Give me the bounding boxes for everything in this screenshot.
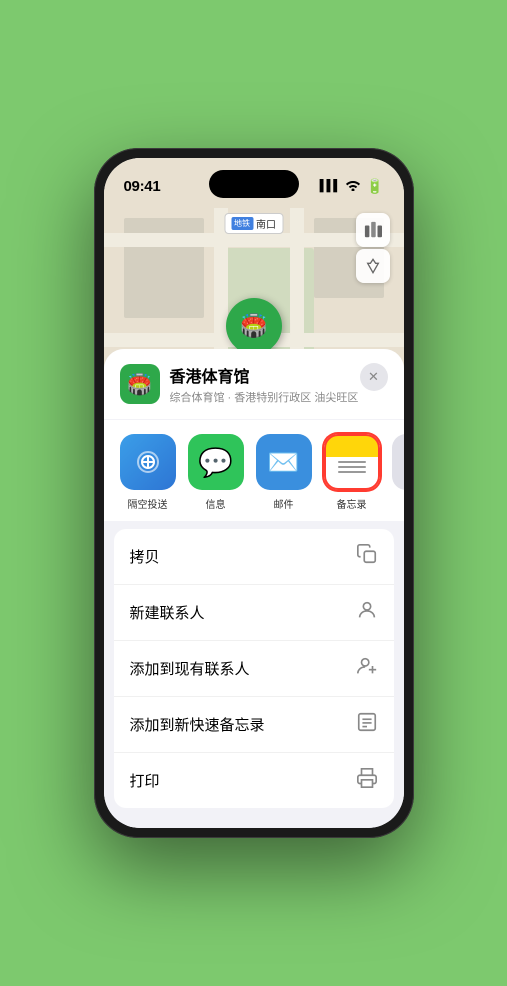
share-mail[interactable]: ✉️ 邮件: [256, 434, 312, 511]
venue-title: 香港体育馆: [170, 363, 359, 387]
messages-label: 信息: [206, 496, 226, 511]
note-icon: [356, 711, 378, 738]
action-print[interactable]: 打印: [114, 753, 394, 808]
status-time: 09:41: [124, 178, 161, 195]
map-controls: [356, 213, 390, 283]
venue-subtitle: 综合体育馆 · 香港特别行政区 油尖旺区: [170, 389, 359, 405]
phone-frame: 09:41 ▌▌▌ 🔋: [94, 148, 414, 838]
action-new-contact[interactable]: 新建联系人: [114, 585, 394, 641]
action-copy[interactable]: 拷贝: [114, 529, 394, 585]
messages-icon: 💬: [188, 434, 244, 490]
bottom-sheet: 🏟️ 香港体育馆 综合体育馆 · 香港特别行政区 油尖旺区 ✕: [104, 349, 404, 828]
mail-icon: ✉️: [256, 434, 312, 490]
notes-icon: [324, 434, 380, 490]
venue-info: 香港体育馆 综合体育馆 · 香港特别行政区 油尖旺区: [170, 363, 359, 405]
airdrop-label: 隔空投送: [128, 496, 168, 511]
share-messages[interactable]: 💬 信息: [188, 434, 244, 511]
phone-screen: 09:41 ▌▌▌ 🔋: [104, 158, 404, 828]
share-notes[interactable]: 备忘录: [324, 434, 380, 511]
location-button[interactable]: [356, 249, 390, 283]
action-copy-label: 拷贝: [130, 546, 160, 567]
label-prefix: 地铁: [231, 217, 253, 230]
venue-logo: 🏟️: [120, 364, 160, 404]
status-icons: ▌▌▌ 🔋: [320, 178, 384, 195]
action-new-contact-label: 新建联系人: [130, 602, 205, 623]
share-airdrop[interactable]: 隔空投送: [120, 434, 176, 511]
venue-card-left: 🏟️ 香港体育馆 综合体育馆 · 香港特别行政区 油尖旺区: [120, 363, 359, 405]
location-name: 南口: [256, 216, 276, 231]
pin-icon: 🏟️: [240, 313, 267, 339]
venue-card: 🏟️ 香港体育馆 综合体育馆 · 香港特别行政区 油尖旺区 ✕: [104, 349, 404, 419]
airdrop-icon: [120, 434, 176, 490]
map-type-button[interactable]: [356, 213, 390, 247]
person-add-icon: [356, 655, 378, 682]
action-quick-note[interactable]: 添加到新快速备忘录: [114, 697, 394, 753]
action-quick-note-label: 添加到新快速备忘录: [130, 714, 265, 735]
action-print-label: 打印: [130, 770, 160, 791]
more-icon: [392, 434, 404, 490]
person-icon: [356, 599, 378, 626]
action-add-contact-label: 添加到现有联系人: [130, 658, 250, 679]
share-row: 隔空投送 💬 信息 ✉️ 邮件: [104, 420, 404, 521]
battery-icon: 🔋: [366, 178, 383, 195]
wifi-icon: [345, 179, 361, 194]
copy-icon: [356, 543, 378, 570]
mail-label: 邮件: [274, 496, 294, 511]
dynamic-island: [209, 170, 299, 198]
action-add-contact[interactable]: 添加到现有联系人: [114, 641, 394, 697]
notes-label: 备忘录: [337, 496, 367, 511]
signal-icon: ▌▌▌: [320, 180, 340, 192]
share-more[interactable]: 提: [392, 434, 404, 511]
location-label: 地铁 南口: [224, 213, 283, 234]
print-icon: [356, 767, 378, 794]
action-list: 拷贝 新建联系人: [114, 529, 394, 808]
close-button[interactable]: ✕: [360, 363, 388, 391]
